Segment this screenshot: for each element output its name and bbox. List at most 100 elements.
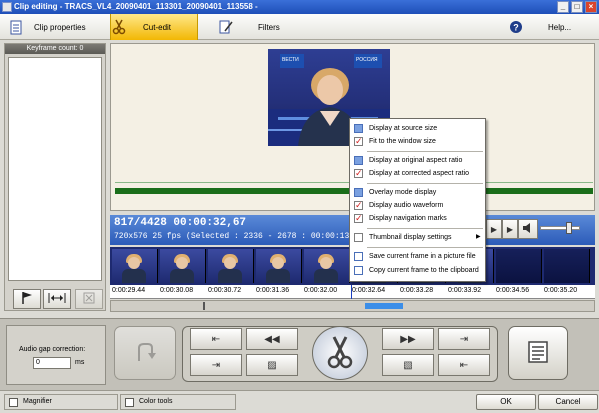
volume-slider[interactable] xyxy=(540,226,580,230)
tab-cut-edit[interactable]: Cut-edit xyxy=(110,14,198,40)
set-start-button[interactable]: ⇥ xyxy=(190,354,242,376)
menu-item-label: Display audio waveform xyxy=(369,202,444,209)
time-label: 0:00:33.92 xyxy=(448,287,482,294)
add-keyframe-button[interactable] xyxy=(13,289,41,309)
menu-item-navigation-marks[interactable]: ✓ Display navigation marks xyxy=(352,212,484,225)
mark-out-button[interactable]: ▧ xyxy=(382,354,434,376)
thumbnail-icon xyxy=(354,233,363,242)
filter-document-icon xyxy=(218,18,234,36)
set-end-icon: ⇤ xyxy=(459,359,469,371)
thumbnail[interactable] xyxy=(496,249,542,283)
selection-bar[interactable] xyxy=(110,300,595,312)
play-icon: ▶ xyxy=(506,224,514,234)
svg-text:?: ? xyxy=(513,23,519,33)
tab-cut-edit-label: Cut-edit xyxy=(143,22,172,32)
document-icon xyxy=(8,18,24,36)
delete-keyframe-button[interactable] xyxy=(75,289,103,309)
menu-item-audio-waveform[interactable]: ✓ Display audio waveform xyxy=(352,199,484,212)
cut-controls-area: Audio gap correction: 0 ms ⇤ ◀◀ ⇥ ▨ ▶▶ ⇥… xyxy=(0,318,599,390)
timeline-ruler[interactable]: 0:00:29.44 0:00:30.08 0:00:30.72 0:00:31… xyxy=(110,285,595,299)
menu-item-label: Copy current frame to the clipboard xyxy=(369,267,479,274)
time-label: 0:00:31.36 xyxy=(256,287,290,294)
radio-icon xyxy=(354,124,363,133)
magnifier-checkbox[interactable] xyxy=(9,398,18,407)
help-icon: ? xyxy=(508,18,524,36)
checkmark-icon: ✓ xyxy=(354,136,363,146)
rewind-button[interactable]: ◀◀ xyxy=(246,328,298,350)
audio-gap-input[interactable]: 0 xyxy=(33,357,71,369)
fast-forward-button[interactable]: ▶▶ xyxy=(382,328,434,350)
radio-icon xyxy=(354,156,363,165)
menu-item-overlay-mode[interactable]: Overlay mode display xyxy=(352,186,484,199)
menu-item-corrected-aspect[interactable]: ✓ Display at corrected aspect ratio xyxy=(352,167,484,180)
frame-position: 817/4428 00:00:32,67 xyxy=(114,217,247,229)
selection-marker[interactable] xyxy=(203,302,205,310)
audio-gap-panel: Audio gap correction: 0 ms xyxy=(6,325,106,385)
menu-item-thumbnail-settings[interactable]: Thumbnail display settings ▶ xyxy=(352,231,484,244)
menu-item-original-aspect[interactable]: Display at original aspect ratio xyxy=(352,154,484,167)
mark-in-button[interactable]: ▨ xyxy=(246,354,298,376)
volume-slider-thumb[interactable] xyxy=(566,222,572,234)
status-bar: Magnifier Color tools OK Cancel xyxy=(0,390,599,413)
menu-item-display-source-size[interactable]: Display at source size xyxy=(352,122,484,135)
thumbnail[interactable] xyxy=(304,249,350,283)
time-label: 0:00:30.72 xyxy=(208,287,242,294)
cancel-button[interactable]: Cancel xyxy=(538,394,598,410)
keyframe-panel: Keyframe count: 0 xyxy=(4,43,106,311)
set-end-button[interactable]: ⇤ xyxy=(438,354,490,376)
color-tools-checkbox[interactable] xyxy=(125,398,134,407)
spread-keyframes-button[interactable] xyxy=(43,289,71,309)
time-label: 0:00:35.20 xyxy=(544,287,578,294)
tab-clip-properties-label: Clip properties xyxy=(34,22,86,32)
thumbnail[interactable] xyxy=(208,249,254,283)
thumbnail[interactable] xyxy=(256,249,302,283)
fast-forward-icon: ▶▶ xyxy=(400,333,416,345)
mark-out-icon: ▧ xyxy=(403,359,413,371)
go-selection-end-button[interactable]: ⇥ xyxy=(438,328,490,350)
playhead[interactable] xyxy=(351,285,352,299)
set-start-icon: ⇥ xyxy=(211,359,221,371)
menu-item-save-frame[interactable]: Save current frame in a picture file xyxy=(352,250,484,263)
close-button[interactable]: × xyxy=(585,1,597,13)
undo-cut-button[interactable] xyxy=(114,326,176,380)
menu-separator xyxy=(367,228,483,229)
thumbnail[interactable] xyxy=(112,249,158,283)
copy-icon xyxy=(354,266,363,275)
menu-item-copy-frame[interactable]: Copy current frame to the clipboard xyxy=(352,264,484,277)
maximize-button[interactable]: □ xyxy=(571,1,583,13)
menu-item-label: Thumbnail display settings xyxy=(369,234,452,241)
return-arrow-icon xyxy=(134,341,156,365)
ok-button[interactable]: OK xyxy=(476,394,536,410)
tab-clip-properties[interactable]: Clip properties xyxy=(8,14,100,40)
volume-button[interactable] xyxy=(518,219,538,239)
time-label: 0:00:33.28 xyxy=(400,287,434,294)
magnifier-label: Magnifier xyxy=(23,398,52,405)
prev-frame-button[interactable]: ▶ xyxy=(486,219,502,239)
keyframe-list[interactable] xyxy=(8,57,102,281)
edit-list-button[interactable] xyxy=(508,326,568,380)
main-toolbar: Clip properties Cut-edit Filters ? Help.… xyxy=(0,14,599,40)
thumbnail[interactable] xyxy=(160,249,206,283)
skip-to-start-icon: ⇤ xyxy=(211,333,221,345)
rewind-icon: ◀◀ xyxy=(264,333,280,345)
selection-range[interactable] xyxy=(365,303,403,309)
magnifier-group: Magnifier xyxy=(4,394,118,410)
horizontal-arrows-icon xyxy=(48,292,66,307)
submenu-arrow-icon: ▶ xyxy=(476,234,481,240)
scissors-icon xyxy=(326,335,354,371)
thumbnail[interactable] xyxy=(544,249,590,283)
next-frame-button[interactable]: ▶ xyxy=(502,219,518,239)
minimize-button[interactable]: _ xyxy=(557,1,569,13)
cut-button[interactable] xyxy=(312,326,368,380)
help-button[interactable]: ? Help... xyxy=(508,14,588,40)
menu-item-label: Display at original aspect ratio xyxy=(369,157,463,164)
speaker-icon xyxy=(522,223,534,235)
delete-icon xyxy=(83,292,95,307)
color-tools-label: Color tools xyxy=(139,398,173,405)
menu-separator xyxy=(367,183,483,184)
menu-item-fit-window[interactable]: ✓ Fit to the window size xyxy=(352,135,484,148)
go-selection-start-button[interactable]: ⇤ xyxy=(190,328,242,350)
tab-filters[interactable]: Filters xyxy=(218,14,298,40)
checkmark-icon: ✓ xyxy=(354,168,363,178)
context-menu: Display at source size ✓ Fit to the windo… xyxy=(349,118,486,282)
